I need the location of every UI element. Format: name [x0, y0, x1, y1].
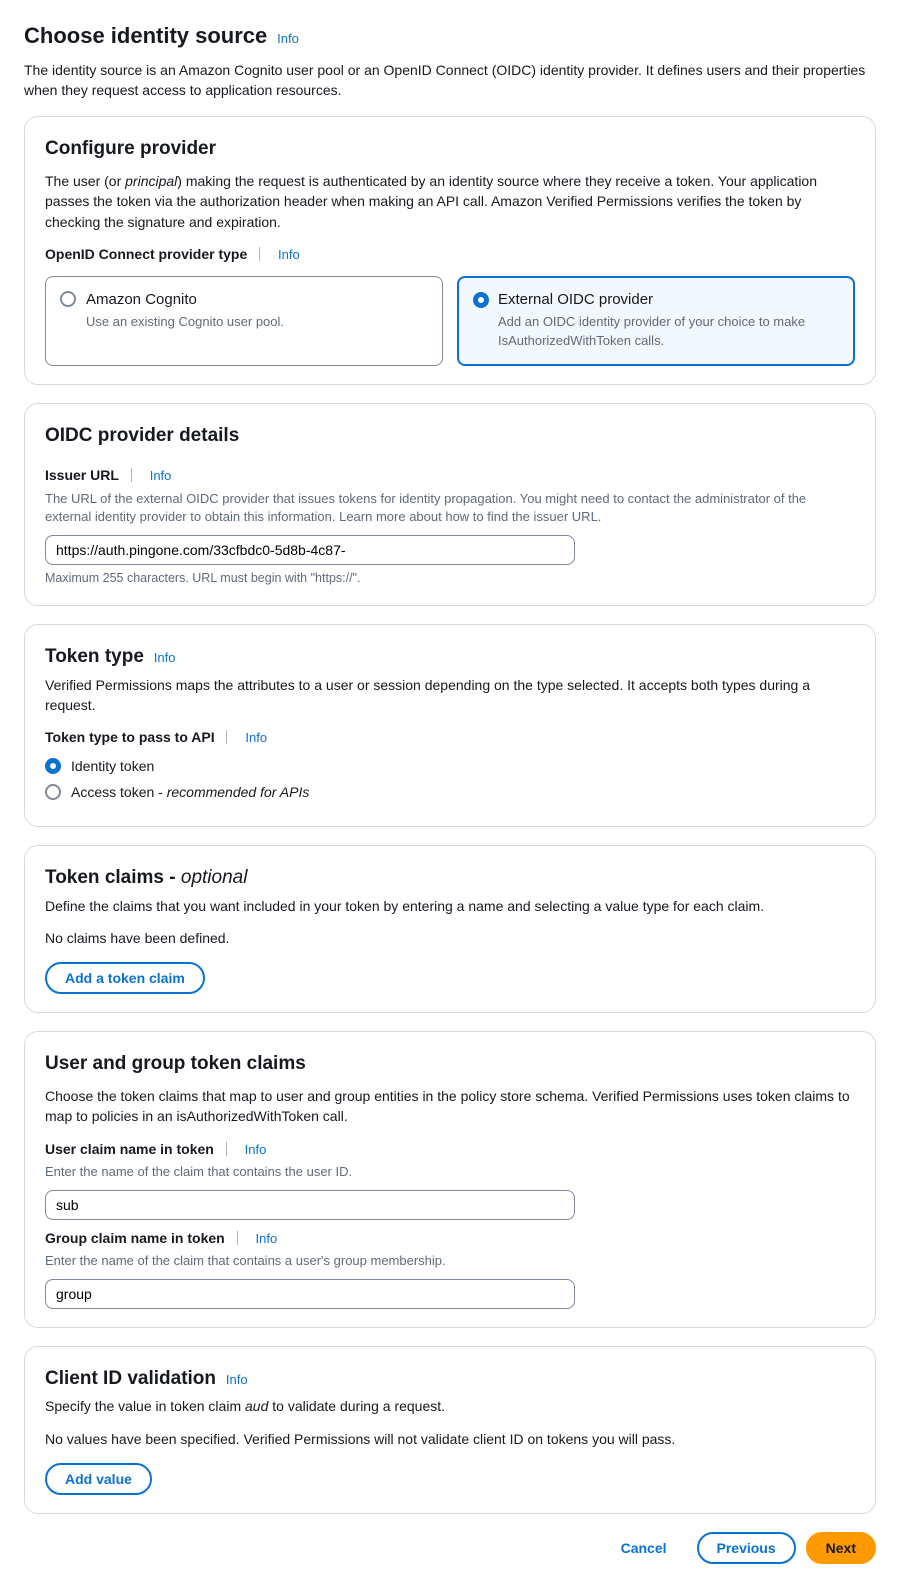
add-token-claim-button[interactable]: Add a token claim	[45, 962, 205, 994]
token-claims-desc: Define the claims that you want included…	[45, 896, 855, 916]
info-link-group-claim[interactable]: Info	[255, 1231, 277, 1246]
group-claim-label: Group claim name in token	[45, 1228, 225, 1248]
radio-icon	[473, 292, 489, 308]
oidc-details-title: OIDC provider details	[45, 422, 239, 450]
provider-cognito-title: Amazon Cognito	[86, 289, 428, 311]
token-claims-title-suffix: optional	[181, 867, 248, 888]
info-link-token-type-field[interactable]: Info	[245, 730, 267, 745]
configure-provider-desc-pre: The user (or	[45, 173, 125, 189]
user-group-claims-title: User and group token claims	[45, 1050, 306, 1078]
group-claim-input[interactable]	[45, 1279, 575, 1309]
page-description: The identity source is an Amazon Cognito…	[24, 60, 876, 101]
token-claims-empty: No claims have been defined.	[45, 928, 855, 948]
radio-icon	[60, 291, 76, 307]
issuer-url-label: Issuer URL	[45, 465, 119, 485]
token-type-access-label: Access token - recommended for APIs	[71, 782, 309, 802]
client-id-desc-post: to validate during a request.	[268, 1398, 445, 1414]
divider	[226, 730, 227, 744]
configure-provider-title: Configure provider	[45, 135, 216, 163]
configure-provider-panel: Configure provider The user (or principa…	[24, 116, 876, 384]
token-type-access-option[interactable]: Access token - recommended for APIs	[45, 782, 855, 802]
user-group-claims-desc: Choose the token claims that map to user…	[45, 1086, 855, 1127]
info-link-issuer[interactable]: Info	[150, 468, 172, 483]
provider-option-cognito[interactable]: Amazon Cognito Use an existing Cognito u…	[45, 276, 443, 365]
provider-external-title: External OIDC provider	[498, 289, 840, 311]
info-link-user-claim[interactable]: Info	[245, 1142, 267, 1157]
divider	[259, 247, 260, 261]
info-link-client-id[interactable]: Info	[226, 1372, 248, 1387]
token-claims-title-dash: -	[164, 867, 181, 888]
provider-type-label: OpenID Connect provider type	[45, 244, 247, 264]
configure-provider-desc: The user (or principal) making the reque…	[45, 171, 855, 232]
next-button[interactable]: Next	[806, 1532, 876, 1564]
token-type-identity-option[interactable]: Identity token	[45, 756, 855, 776]
token-type-identity-label: Identity token	[71, 756, 154, 776]
user-claim-hint: Enter the name of the claim that contain…	[45, 1163, 855, 1182]
client-id-empty: No values have been specified. Verified …	[45, 1429, 855, 1449]
radio-icon	[45, 784, 61, 800]
group-claim-hint: Enter the name of the claim that contain…	[45, 1252, 855, 1271]
previous-button[interactable]: Previous	[697, 1532, 796, 1564]
cancel-button[interactable]: Cancel	[601, 1532, 687, 1564]
issuer-url-desc: The URL of the external OIDC provider th…	[45, 490, 855, 528]
token-claims-title: Token claims - optional	[45, 867, 247, 888]
token-claims-title-main: Token claims	[45, 867, 164, 888]
page-title: Choose identity source	[24, 20, 267, 52]
user-claim-input[interactable]	[45, 1190, 575, 1220]
oidc-details-panel: OIDC provider details Issuer URL Info Th…	[24, 403, 876, 607]
token-type-title: Token type	[45, 646, 144, 667]
client-id-desc-pre: Specify the value in token claim	[45, 1398, 245, 1414]
token-type-desc: Verified Permissions maps the attributes…	[45, 675, 855, 716]
client-id-desc-em: aud	[245, 1398, 268, 1414]
info-link-page[interactable]: Info	[277, 31, 299, 46]
issuer-url-input[interactable]	[45, 535, 575, 565]
info-link-provider-type[interactable]: Info	[278, 247, 300, 262]
client-id-desc: Specify the value in token claim aud to …	[45, 1396, 855, 1416]
add-value-button[interactable]: Add value	[45, 1463, 152, 1495]
configure-provider-desc-em: principal	[125, 173, 177, 189]
issuer-url-hint: Maximum 255 characters. URL must begin w…	[45, 569, 855, 587]
user-group-claims-panel: User and group token claims Choose the t…	[24, 1031, 876, 1327]
client-id-title: Client ID validation	[45, 1368, 216, 1389]
divider	[131, 468, 132, 482]
radio-icon	[45, 758, 61, 774]
token-type-field-label: Token type to pass to API	[45, 727, 215, 747]
token-claims-panel: Token claims - optional Define the claim…	[24, 845, 876, 1013]
access-label-pre: Access token -	[71, 784, 167, 800]
provider-cognito-sub: Use an existing Cognito user pool.	[86, 313, 428, 332]
divider	[237, 1231, 238, 1245]
divider	[226, 1142, 227, 1156]
info-link-token-type[interactable]: Info	[154, 650, 176, 665]
user-claim-label: User claim name in token	[45, 1139, 214, 1159]
access-label-em: recommended for APIs	[167, 784, 310, 800]
client-id-panel: Client ID validation Info Specify the va…	[24, 1346, 876, 1514]
footer-actions: Cancel Previous Next	[24, 1532, 876, 1564]
provider-external-sub: Add an OIDC identity provider of your ch…	[498, 313, 840, 351]
provider-option-external[interactable]: External OIDC provider Add an OIDC ident…	[457, 276, 855, 365]
token-type-panel: Token type Info Verified Permissions map…	[24, 624, 876, 827]
